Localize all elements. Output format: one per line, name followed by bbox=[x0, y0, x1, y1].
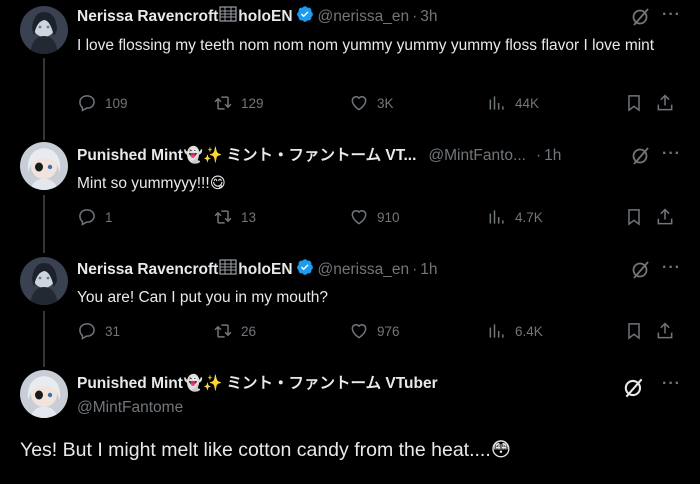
retweet-icon bbox=[214, 210, 232, 224]
avatar[interactable] bbox=[20, 6, 68, 54]
verified-badge-icon bbox=[296, 5, 314, 29]
more-icon[interactable]: ··· bbox=[662, 375, 681, 393]
retweet-icon bbox=[214, 96, 232, 110]
separator-dot: · bbox=[412, 8, 418, 25]
grok-icon[interactable] bbox=[630, 145, 652, 167]
user-handle[interactable]: @nerissa_en bbox=[318, 260, 410, 280]
reply-button[interactable]: 31 bbox=[77, 321, 120, 341]
display-name[interactable]: Nerissa Ravencroft bbox=[77, 7, 218, 27]
retweet-icon bbox=[214, 324, 232, 338]
views-icon bbox=[489, 210, 504, 224]
grok-icon[interactable] bbox=[630, 6, 652, 28]
tweet[interactable]: Nerissa Ravencroft holoEN @nerissa_en · … bbox=[0, 0, 700, 132]
heart-icon bbox=[351, 210, 367, 225]
tweet[interactable]: Nerissa Ravencroft holoEN @nerissa_en · … bbox=[0, 255, 700, 365]
name-emoji: 👻✨ bbox=[183, 147, 223, 164]
bookmark-icon bbox=[628, 95, 640, 112]
focused-tweet[interactable]: Punished Mint 👻✨ ミント・ファントーム VTuber @Mint… bbox=[0, 370, 700, 484]
more-icon[interactable]: ··· bbox=[662, 6, 681, 24]
like-button[interactable]: 910 bbox=[349, 207, 400, 227]
user-handle[interactable]: @nerissa_en bbox=[318, 7, 410, 27]
share-button[interactable] bbox=[655, 93, 675, 113]
share-icon bbox=[657, 322, 673, 339]
views-button[interactable]: 44K bbox=[487, 93, 539, 113]
verified-badge-icon bbox=[296, 258, 314, 282]
retweet-button[interactable]: 26 bbox=[213, 321, 256, 341]
like-count: 976 bbox=[377, 323, 400, 339]
display-name[interactable]: Nerissa Ravencroft bbox=[77, 260, 218, 280]
focused-tweet-text: Yes! But I might melt like cotton candy … bbox=[20, 439, 512, 461]
reply-count: 31 bbox=[105, 323, 121, 339]
retweet-button[interactable]: 13 bbox=[213, 207, 256, 227]
views-count: 4.7K bbox=[515, 209, 543, 225]
more-icon[interactable]: ··· bbox=[662, 145, 681, 163]
grok-icon[interactable] bbox=[622, 376, 644, 398]
avatar[interactable] bbox=[20, 257, 68, 305]
name-emoji: 👻✨ bbox=[183, 375, 223, 392]
reply-icon bbox=[79, 323, 95, 340]
display-name-jp[interactable]: ミント・ファントーム VT... bbox=[227, 146, 417, 166]
heart-icon bbox=[351, 96, 367, 111]
reply-icon bbox=[79, 209, 95, 226]
heart-icon bbox=[351, 324, 367, 339]
views-button[interactable]: 4.7K bbox=[487, 207, 543, 227]
tweet-text: You are! Can I put you in my mouth? bbox=[77, 289, 329, 306]
display-name-suffix[interactable]: holoEN bbox=[238, 260, 292, 280]
display-name[interactable]: Punished Mint bbox=[77, 146, 183, 166]
share-icon bbox=[657, 208, 673, 225]
more-icon[interactable]: ··· bbox=[662, 259, 681, 277]
grid-icon bbox=[219, 6, 237, 28]
separator-dot: · bbox=[412, 261, 418, 278]
reply-button[interactable]: 1 bbox=[77, 207, 113, 227]
avatar[interactable] bbox=[20, 142, 68, 190]
display-name[interactable]: Punished Mint bbox=[77, 374, 183, 394]
timestamp[interactable]: 1h bbox=[420, 260, 437, 280]
tweet-text: Mint so yummyyy!!!😋 bbox=[77, 175, 226, 192]
retweet-count: 26 bbox=[241, 323, 257, 339]
bookmark-icon bbox=[628, 209, 640, 226]
like-count: 3K bbox=[377, 95, 394, 111]
grok-icon[interactable] bbox=[630, 259, 652, 281]
share-button[interactable] bbox=[655, 207, 675, 227]
like-button[interactable]: 3K bbox=[349, 93, 394, 113]
tweet-actions: 31 26 976 6.4K bbox=[77, 321, 676, 343]
tweet[interactable]: Punished Mint 👻✨ ミント・ファントーム VT... @MintF… bbox=[0, 140, 700, 248]
retweet-count: 129 bbox=[241, 95, 264, 111]
display-name-jp[interactable]: ミント・ファントーム VTuber bbox=[227, 374, 438, 394]
user-handle[interactable]: @MintFantome bbox=[77, 398, 183, 418]
views-icon bbox=[489, 324, 504, 338]
retweet-count: 13 bbox=[241, 209, 257, 225]
reply-button[interactable]: 109 bbox=[77, 93, 128, 113]
views-button[interactable]: 6.4K bbox=[487, 321, 543, 341]
tweet-text: I love flossing my teeth nom nom nom yum… bbox=[77, 37, 655, 54]
timestamp[interactable]: 3h bbox=[420, 7, 437, 27]
share-button[interactable] bbox=[655, 321, 675, 341]
bookmark-icon bbox=[628, 323, 640, 340]
views-count: 44K bbox=[515, 95, 540, 111]
share-icon bbox=[657, 94, 673, 111]
timestamp[interactable]: 1h bbox=[544, 146, 561, 166]
tweet-actions: 109 129 3K 44K bbox=[77, 93, 676, 115]
reply-count: 1 bbox=[105, 209, 113, 225]
user-handle[interactable]: @MintFanto... bbox=[428, 146, 526, 166]
grid-icon bbox=[219, 259, 237, 281]
views-count: 6.4K bbox=[515, 323, 543, 339]
separator-dot: · bbox=[535, 147, 542, 164]
reply-icon bbox=[79, 95, 95, 112]
reply-count: 109 bbox=[105, 95, 128, 111]
display-name-suffix[interactable]: holoEN bbox=[238, 7, 292, 27]
tweet-actions: 1 13 910 4.7K bbox=[77, 207, 676, 229]
views-icon bbox=[489, 96, 504, 110]
bookmark-button[interactable] bbox=[624, 321, 644, 341]
like-count: 910 bbox=[377, 209, 400, 225]
like-button[interactable]: 976 bbox=[349, 321, 400, 341]
bookmark-button[interactable] bbox=[624, 93, 644, 113]
avatar[interactable] bbox=[20, 370, 68, 418]
bookmark-button[interactable] bbox=[624, 207, 644, 227]
retweet-button[interactable]: 129 bbox=[213, 93, 264, 113]
